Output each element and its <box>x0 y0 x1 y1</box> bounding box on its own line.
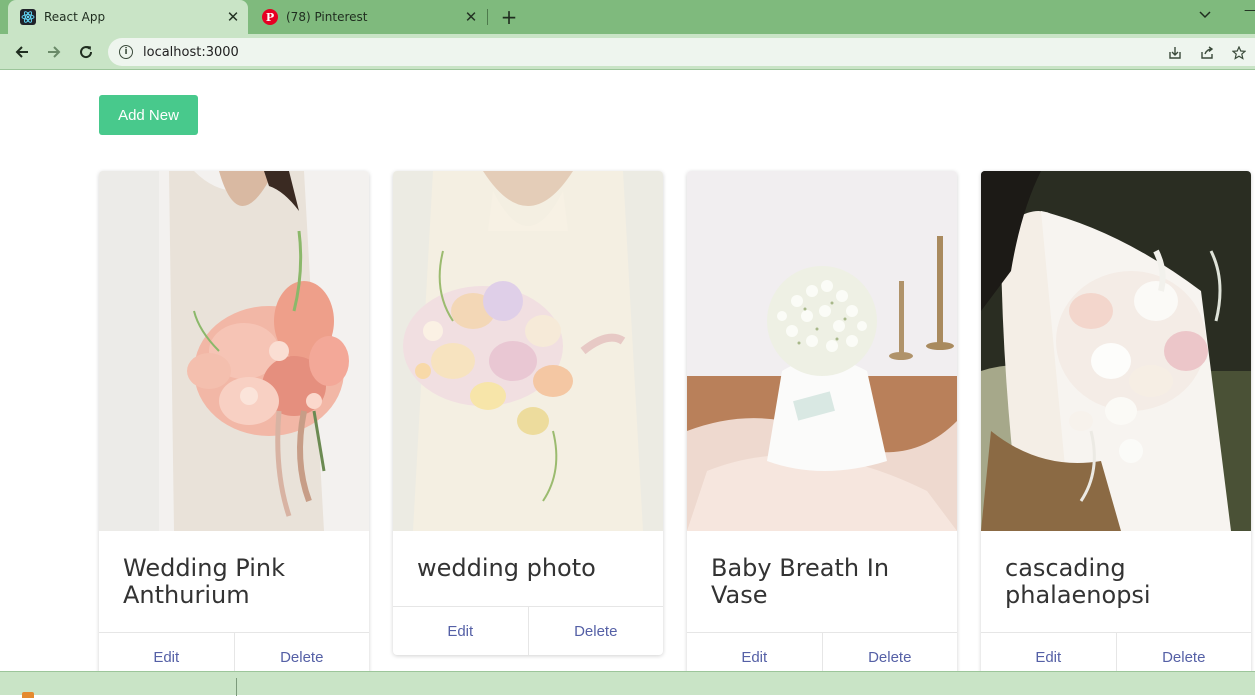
edit-button[interactable]: Edit <box>393 607 528 655</box>
reload-icon[interactable] <box>73 39 99 65</box>
back-arrow-icon[interactable] <box>9 39 35 65</box>
bouquet-title: cascading phalaenopsi <box>1005 554 1151 609</box>
bouquet-photo <box>99 171 369 531</box>
forward-arrow-icon[interactable] <box>41 39 67 65</box>
tab-search-chevron-icon[interactable] <box>1196 6 1214 24</box>
address-url: localhost:3000 <box>143 44 239 60</box>
bouquet-card: Baby Breath In Vase Edit Delete <box>687 171 957 681</box>
tab-pinterest[interactable]: P (78) Pinterest ✕ <box>250 0 486 34</box>
tab-react-app[interactable]: React App ✕ <box>8 0 248 34</box>
delete-button[interactable]: Delete <box>527 607 664 655</box>
tab-title: (78) Pinterest <box>286 10 368 24</box>
tab-strip: React App ✕ P (78) Pinterest ✕ + — <box>0 0 1255 34</box>
browser-toolbar: i localhost:3000 <box>0 34 1255 70</box>
site-info-icon[interactable]: i <box>119 45 133 59</box>
pinterest-icon: P <box>262 9 278 25</box>
close-icon[interactable]: ✕ <box>462 8 480 26</box>
bouquet-title: wedding photo <box>417 554 596 582</box>
close-icon[interactable]: ✕ <box>224 8 242 26</box>
install-app-icon[interactable] <box>1166 44 1184 62</box>
react-icon <box>20 9 36 25</box>
share-icon[interactable] <box>1198 44 1216 62</box>
tab-title: React App <box>44 10 106 24</box>
bookmark-star-icon[interactable] <box>1230 44 1248 62</box>
bouquet-photo <box>687 171 957 531</box>
download-bar-divider <box>236 678 237 696</box>
add-new-button[interactable]: Add New <box>99 95 198 135</box>
bouquet-title: Baby Breath In Vase <box>711 554 890 609</box>
bouquet-photo <box>393 171 663 531</box>
bouquet-photo <box>981 171 1251 531</box>
bouquet-card: cascading phalaenopsi Edit Delete <box>981 171 1251 681</box>
download-bar <box>0 671 1255 698</box>
bouquet-title: Wedding Pink Anthurium <box>123 554 286 609</box>
minimize-icon[interactable]: — <box>1244 4 1255 17</box>
new-tab-button[interactable]: + <box>498 5 520 29</box>
bouquet-card: Wedding Pink Anthurium Edit Delete <box>99 171 369 681</box>
bouquet-card: wedding photo Edit Delete <box>393 171 663 655</box>
download-file-icon[interactable] <box>22 692 34 698</box>
tab-divider <box>487 9 488 25</box>
address-bar[interactable]: i localhost:3000 <box>108 38 1255 66</box>
